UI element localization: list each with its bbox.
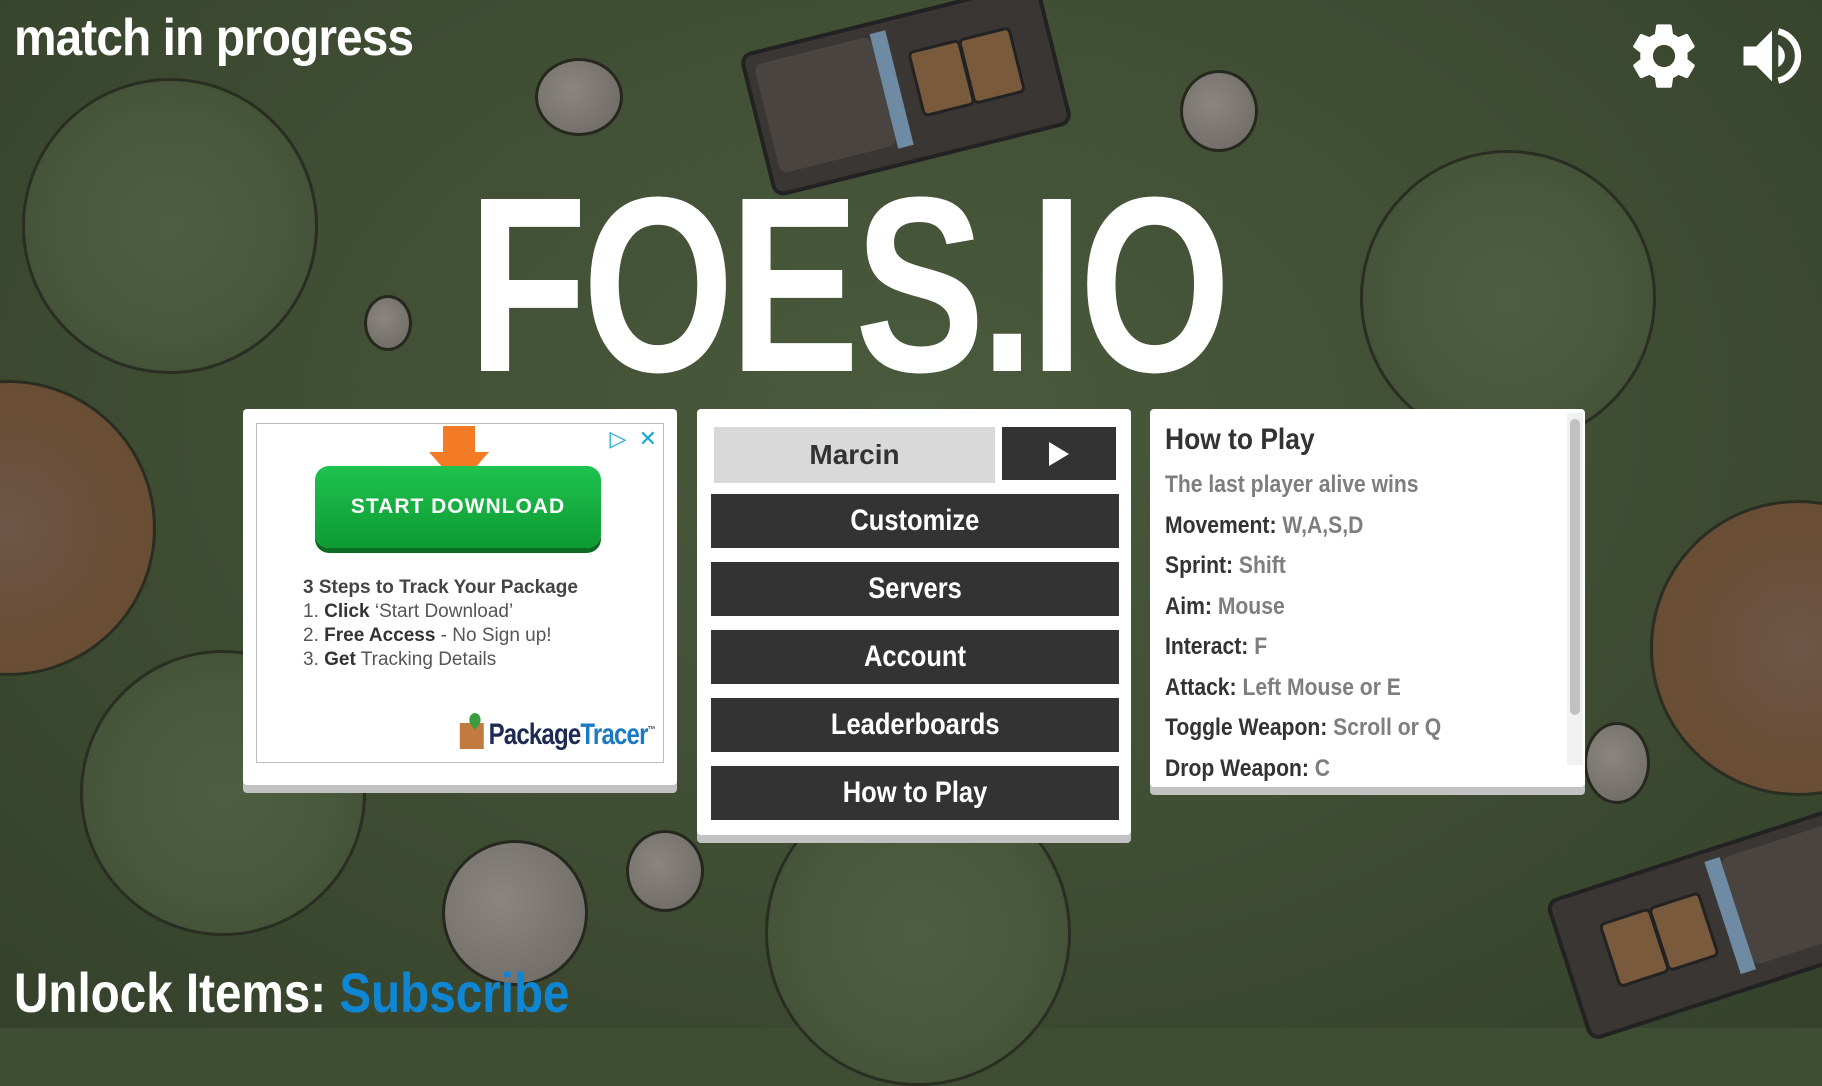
speaker-icon[interactable] bbox=[1734, 18, 1810, 94]
ad-steps: 3 Steps to Track Your Package 1. Click ‘… bbox=[303, 576, 578, 672]
control-row: Movement: W,A,S,D bbox=[1165, 511, 1364, 539]
gear-icon[interactable] bbox=[1626, 18, 1702, 94]
leaderboards-button[interactable]: Leaderboards bbox=[711, 698, 1119, 752]
intro-text: The last player alive wins bbox=[1165, 471, 1419, 498]
unlock-label: Unlock Items: bbox=[14, 961, 327, 1024]
how-to-play-title: How to Play bbox=[1165, 423, 1315, 456]
rock bbox=[1180, 70, 1258, 152]
bush bbox=[22, 78, 318, 374]
how-to-play-panel: How to Play The last player alive wins M… bbox=[1150, 409, 1585, 787]
play-icon bbox=[1049, 441, 1069, 466]
how-to-play-button[interactable]: How to Play bbox=[711, 766, 1119, 820]
control-row: Interact: F bbox=[1165, 633, 1268, 660]
control-row: Sprint: Shift bbox=[1165, 552, 1286, 579]
ad-controls: ▷ ✕ bbox=[610, 426, 657, 452]
ad-step: 2. Free Access - No Sign up! bbox=[303, 625, 552, 646]
adchoices-icon[interactable]: ▷ bbox=[610, 426, 627, 451]
bush bbox=[1360, 150, 1656, 446]
scrollbar-thumb[interactable] bbox=[1570, 419, 1580, 715]
control-row: Drop Weapon: C bbox=[1165, 754, 1331, 782]
account-button[interactable]: Account bbox=[711, 630, 1119, 684]
rock bbox=[535, 58, 623, 136]
close-icon[interactable]: ✕ bbox=[639, 426, 657, 451]
unlock-items-banner: Unlock Items: Subscribe bbox=[14, 960, 570, 1025]
package-icon bbox=[459, 723, 484, 750]
match-status: match in progress bbox=[14, 9, 414, 67]
customize-button[interactable]: Customize bbox=[711, 494, 1119, 548]
how-to-play-content: How to Play The last player alive wins M… bbox=[1165, 423, 1555, 787]
advertisement[interactable]: ▷ ✕ START DOWNLOAD 3 Steps to Track Your… bbox=[256, 423, 664, 763]
control-row: Aim: Mouse bbox=[1165, 592, 1285, 620]
control-row: Toggle Weapon: Scroll or Q bbox=[1165, 714, 1442, 741]
game-logo: FOES.IO bbox=[468, 145, 1231, 424]
servers-button[interactable]: Servers bbox=[711, 562, 1119, 616]
ad-brand-logo: PackageTracer™ bbox=[459, 718, 656, 752]
play-button[interactable] bbox=[1002, 427, 1116, 480]
ad-step: 3. Get Tracking Details bbox=[303, 649, 497, 670]
ad-step: 1. Click ‘Start Download’ bbox=[303, 601, 514, 622]
main-menu-panel: Customize Servers Account Leaderboards H… bbox=[697, 409, 1131, 835]
scrollbar[interactable] bbox=[1567, 413, 1583, 765]
rock bbox=[364, 295, 412, 351]
control-row: Attack: Left Mouse or E bbox=[1165, 673, 1401, 701]
ad-heading: 3 Steps to Track Your Package bbox=[303, 577, 578, 598]
player-name-input[interactable] bbox=[714, 427, 995, 483]
ad-panel: ▷ ✕ START DOWNLOAD 3 Steps to Track Your… bbox=[243, 409, 677, 785]
rock bbox=[626, 830, 704, 912]
rock bbox=[1584, 722, 1650, 804]
start-download-button[interactable]: START DOWNLOAD bbox=[315, 466, 601, 548]
subscribe-link[interactable]: Subscribe bbox=[339, 961, 569, 1024]
